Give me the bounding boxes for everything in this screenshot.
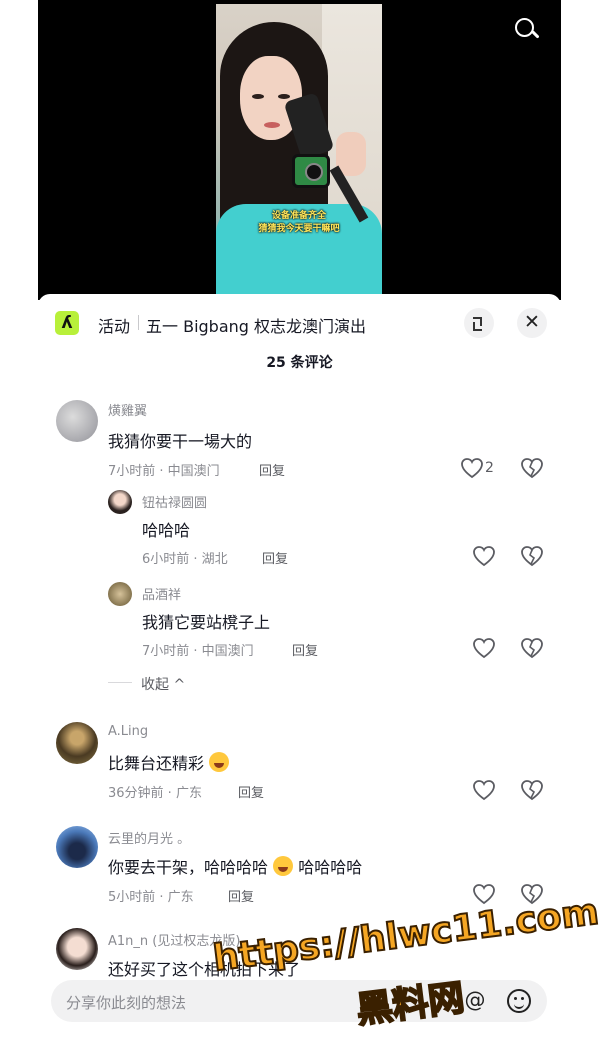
reply-button[interactable]: 回复 [259, 460, 285, 479]
comment-input-placeholder: 分享你此刻的想法 [66, 994, 187, 1012]
comment-time-location: 7小时前 · 中国澳门 [108, 464, 220, 479]
comment-author[interactable]: 熿雞翼 [108, 400, 147, 419]
comment-text[interactable]: 我猜它要站櫈子上 [142, 609, 270, 633]
activity-title[interactable]: 五一 Bigbang 权志龙澳门演出 [146, 313, 366, 337]
comment-text-body: 哈哈哈哈 [298, 858, 363, 877]
close-icon[interactable]: ✕ [517, 308, 547, 338]
reply-button[interactable]: 回复 [228, 886, 254, 905]
video-subtitle: 设备准备齐全 [271, 211, 326, 221]
collapse-replies-button[interactable]: 收起 ^ [141, 674, 185, 694]
divider [138, 315, 139, 330]
comment-text-body: 比舞台还精彩 [108, 754, 205, 773]
dislike-icon[interactable] [520, 457, 544, 479]
video-player[interactable]: 设备准备齐全 猜猜我今天要干嘛吧 [38, 0, 561, 300]
smile-icon[interactable] [507, 989, 531, 1013]
comment-time-location: 7小时前 · 中国澳门 [142, 644, 254, 659]
video-person-eye [252, 94, 264, 99]
at-icon[interactable]: @ [463, 989, 487, 1013]
activity-tag: 活动 [98, 317, 131, 336]
video-subtitle: 猜猜我今天要干嘛吧 [258, 224, 340, 234]
comment-input[interactable]: 分享你此刻的想法 @ [51, 980, 547, 1022]
avatar[interactable] [108, 582, 132, 606]
dislike-icon[interactable] [520, 779, 544, 801]
video-frame[interactable]: 设备准备齐全 猜猜我今天要干嘛吧 [216, 4, 382, 300]
comment-time-location: 6小时前 · 湖北 [142, 552, 228, 567]
activity-header[interactable]: ʎ 活动 五一 Bigbang 权志龙澳门演出 ✕ [38, 294, 561, 354]
heart-icon[interactable] [472, 637, 496, 659]
divider [108, 682, 132, 683]
search-icon[interactable] [511, 14, 543, 46]
comment-text[interactable]: 哈哈哈 [142, 517, 190, 541]
comment-time-location: 5小时前 · 广东 [108, 890, 194, 905]
avatar[interactable] [56, 400, 98, 442]
thinking-face-emoji [209, 752, 230, 772]
heart-icon[interactable] [472, 779, 496, 801]
reply-button[interactable]: 回复 [292, 640, 318, 659]
left-margin [0, 0, 38, 1062]
dislike-icon[interactable] [520, 637, 544, 659]
comment-time-location: 36分钟前 · 广东 [108, 786, 202, 801]
dislike-icon[interactable] [520, 545, 544, 567]
comment-count: 25 条评论 [266, 355, 333, 371]
comment-text-body: 你要去干架，哈哈哈哈 [108, 858, 269, 877]
avatar[interactable] [56, 722, 98, 764]
comment-text[interactable]: 你要去干架，哈哈哈哈 哈哈哈哈 [108, 854, 362, 878]
video-person-eye [278, 94, 290, 99]
heart-icon[interactable] [472, 883, 496, 905]
activity-logo-icon: ʎ [55, 311, 79, 335]
comment-author[interactable]: A.Ling [108, 724, 148, 739]
avatar[interactable] [56, 928, 98, 970]
comment-text[interactable]: 比舞台还精彩 [108, 750, 230, 774]
video-camera [292, 154, 330, 188]
reply-button[interactable]: 回复 [262, 548, 288, 567]
avatar[interactable] [108, 490, 132, 514]
video-person-lips [264, 122, 280, 128]
like-count: 2 [485, 460, 494, 476]
heart-icon[interactable] [460, 457, 484, 479]
expand-icon[interactable] [464, 308, 494, 338]
comment-author[interactable]: 云里的月光 。 [108, 828, 190, 847]
reply-button[interactable]: 回复 [238, 782, 264, 801]
comment-author[interactable]: 品酒祥 [142, 584, 181, 603]
avatar[interactable] [56, 826, 98, 868]
comment-author[interactable]: 钮祜禄圆圆 [142, 492, 207, 511]
heart-icon[interactable] [472, 545, 496, 567]
laughing-face-emoji [273, 856, 294, 876]
comment-text[interactable]: 我猜你要干一場大的 [108, 428, 252, 452]
